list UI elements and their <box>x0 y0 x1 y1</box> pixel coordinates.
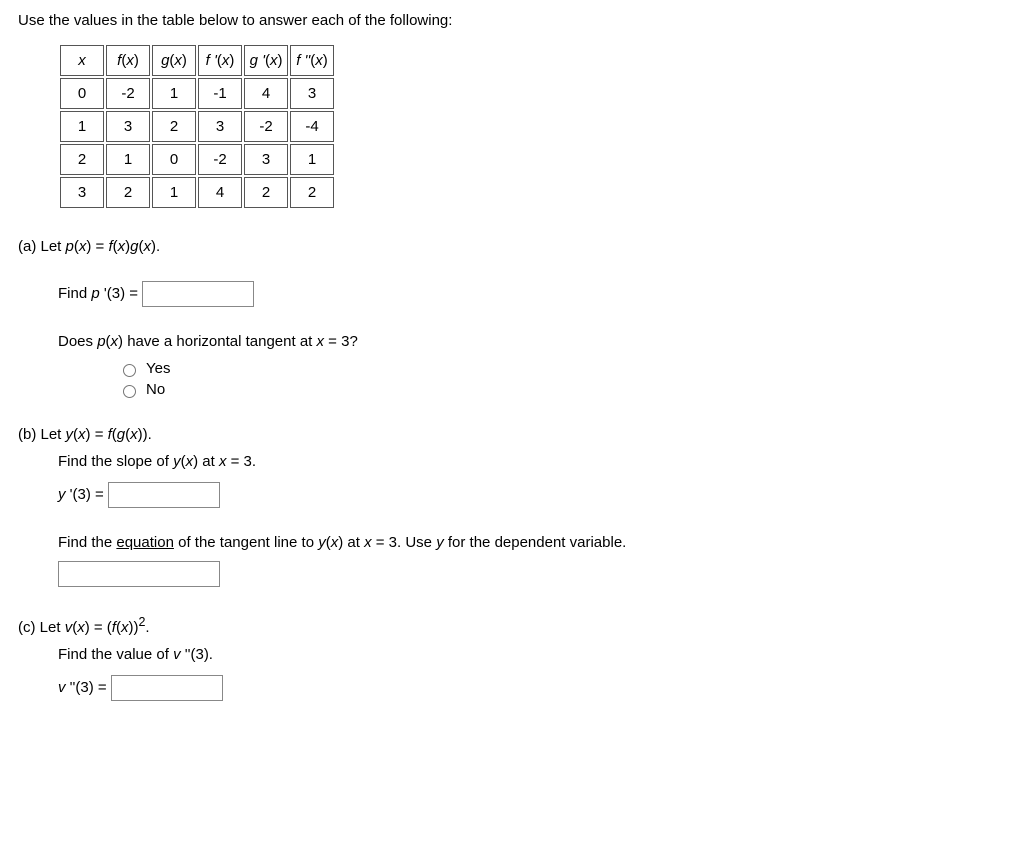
slope-yx2: (x) <box>181 453 199 470</box>
table-cell: 2 <box>290 177 334 208</box>
radio-yes-row[interactable]: Yes <box>118 360 1006 377</box>
p-prime-3-input[interactable] <box>142 281 254 307</box>
eqline-pre: Find the <box>58 534 116 551</box>
vpp-label: ''(3) = <box>70 679 111 696</box>
table-header-cell: g '(x) <box>244 45 288 76</box>
part-c: (c) Let v (x) = (f(x))2. Find the value o… <box>18 615 1006 701</box>
tangent-q-px: (x) <box>106 333 124 350</box>
eqline-mid2: = 3. Use <box>372 534 437 551</box>
p-prime-3-field[interactable] <box>143 282 253 306</box>
tangent-q-tail: = 3? <box>324 333 358 350</box>
table-cell: 1 <box>290 144 334 175</box>
tangent-q-p: p <box>97 333 105 350</box>
table-cell: 0 <box>60 78 104 109</box>
slope-yx: y <box>173 453 181 470</box>
part-c-find-pre: Find the value of <box>58 646 173 663</box>
part-a-prefix: (a) Let <box>18 238 66 255</box>
intro-text: Use the values in the table below to ans… <box>18 12 1006 29</box>
table-cell: -2 <box>198 144 242 175</box>
eqline-tail: for the dependent variable. <box>444 534 627 551</box>
eqline-y: y <box>318 534 326 551</box>
v-dprime-3-input[interactable] <box>111 675 223 701</box>
radio-no[interactable] <box>123 385 136 398</box>
part-a-find-arg: '(3) = <box>104 285 142 302</box>
y-prime-3-input[interactable] <box>108 482 220 508</box>
table-cell: 3 <box>198 111 242 142</box>
table-cell: -2 <box>106 78 150 109</box>
tangent-line-input[interactable] <box>58 561 220 587</box>
part-a-fx: (x) <box>113 238 131 255</box>
y-prime-3-field[interactable] <box>109 483 219 507</box>
table-cell: 2 <box>106 177 150 208</box>
part-c-find-v: v <box>173 646 185 663</box>
part-b: (b) Let y(x) = f(g(x)). Find the slope o… <box>18 426 1006 587</box>
part-c-prefix: (c) Let <box>18 619 65 636</box>
table-cell: 1 <box>60 111 104 142</box>
yprime-label: '(3) = <box>70 486 108 503</box>
table-cell: 3 <box>60 177 104 208</box>
eqline-u: equation <box>116 534 174 551</box>
eqline-at: at <box>343 534 364 551</box>
eqline-yvar: y <box>436 534 444 551</box>
table-cell: 2 <box>152 111 196 142</box>
table-cell: 1 <box>152 78 196 109</box>
table-cell: 2 <box>244 177 288 208</box>
part-b-def2: (x) = f(g(x)). <box>73 426 152 443</box>
table-cell: -2 <box>244 111 288 142</box>
values-table: xf(x)g(x)f '(x)g '(x)f ''(x) 0-21-143132… <box>58 43 336 210</box>
table-cell: 3 <box>106 111 150 142</box>
part-a-gx: (x). <box>139 238 161 255</box>
table-row: 321422 <box>60 177 334 208</box>
table-header-cell: g(x) <box>152 45 196 76</box>
slope-tail: = 3. <box>226 453 256 470</box>
table-cell: 1 <box>152 177 196 208</box>
slope-at: at <box>198 453 219 470</box>
radio-yes[interactable] <box>123 364 136 377</box>
tangent-line-field[interactable] <box>59 562 219 586</box>
part-a-g: g <box>130 238 138 255</box>
slope-pre: Find the slope of <box>58 453 173 470</box>
vpp-v: v <box>58 679 70 696</box>
table-cell: 1 <box>106 144 150 175</box>
yprime-label-y: y <box>58 486 70 503</box>
table-cell: 4 <box>244 78 288 109</box>
table-cell: 2 <box>60 144 104 175</box>
v-dprime-3-field[interactable] <box>112 676 222 700</box>
tangent-q-pre: Does <box>58 333 97 350</box>
part-a-find-p: p <box>91 285 104 302</box>
table-cell: 0 <box>152 144 196 175</box>
part-a-eq: = <box>91 238 108 255</box>
part-b-def: y <box>66 426 74 443</box>
tangent-q-x: x <box>317 333 325 350</box>
table-cell: 3 <box>290 78 334 109</box>
eqline-yx: (x) <box>326 534 344 551</box>
table-row: 210-231 <box>60 144 334 175</box>
radio-no-label: No <box>146 381 165 398</box>
table-header-cell: f ''(x) <box>290 45 334 76</box>
radio-no-row[interactable]: No <box>118 381 1006 398</box>
tangent-q-mid: have a horizontal tangent at <box>123 333 316 350</box>
part-a-arg: (x) <box>74 238 92 255</box>
table-cell: -1 <box>198 78 242 109</box>
radio-yes-label: Yes <box>146 360 170 377</box>
part-b-prefix: (b) Let <box>18 426 66 443</box>
part-a-p: p <box>66 238 74 255</box>
part-c-def: (x) = (f(x))2. <box>72 619 149 636</box>
part-c-find-tail: ''(3). <box>185 646 213 663</box>
eqline-x: x <box>364 534 372 551</box>
table-cell: -4 <box>290 111 334 142</box>
table-header-cell: f(x) <box>106 45 150 76</box>
table-row: 0-21-143 <box>60 78 334 109</box>
table-cell: 4 <box>198 177 242 208</box>
table-header-cell: x <box>60 45 104 76</box>
part-a-find-pre: Find <box>58 285 91 302</box>
table-cell: 3 <box>244 144 288 175</box>
table-header-cell: f '(x) <box>198 45 242 76</box>
eqline-mid1: of the tangent line to <box>174 534 318 551</box>
table-row: 1323-2-4 <box>60 111 334 142</box>
part-a: (a) Let p(x) = f(x)g(x). Find p '(3) = D… <box>18 238 1006 398</box>
